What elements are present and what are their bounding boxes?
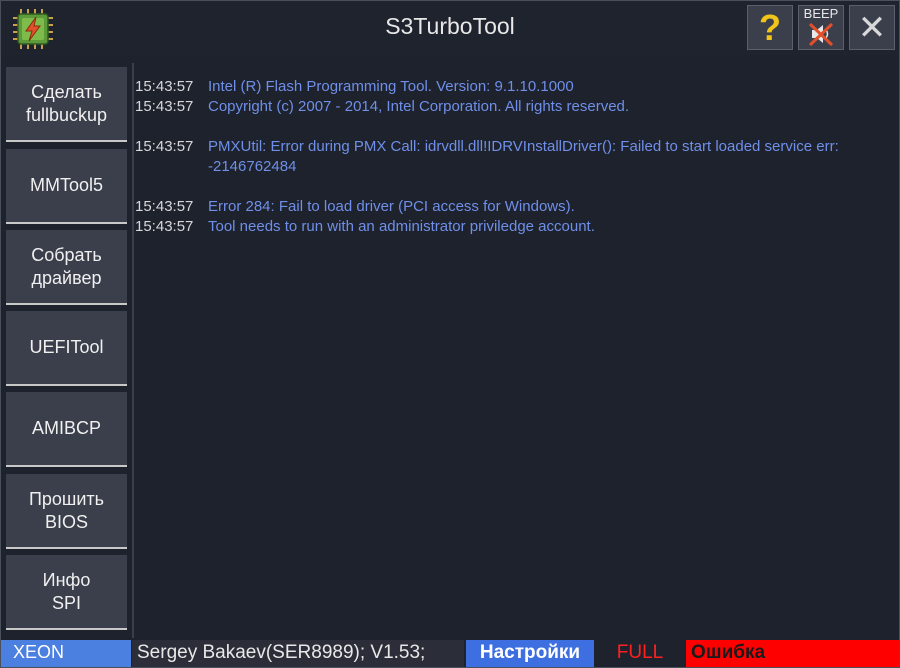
speaker-muted-icon xyxy=(808,22,834,47)
uefitool-button[interactable]: UEFITool xyxy=(6,311,127,386)
question-mark-icon: ? xyxy=(759,6,781,48)
beep-label: BEEP xyxy=(803,6,839,21)
log-timestamp: 15:43:57 xyxy=(135,138,194,155)
title-bar: S3TurboTool ? BEEP ✕ xyxy=(1,1,899,55)
log-timestamp: 15:43:57 xyxy=(135,98,194,115)
mmtool5-button[interactable]: MMTool5 xyxy=(6,149,127,224)
log-message: Tool needs to run with an administrator … xyxy=(208,218,595,235)
amibcp-button[interactable]: AMIBCP xyxy=(6,392,127,467)
build-driver-button[interactable]: Собрать драйвер xyxy=(6,230,127,305)
log-line: 15:43:57 PMXUtil: Error during PMX Call:… xyxy=(134,137,882,177)
flash-bios-button[interactable]: Прошить BIOS xyxy=(6,474,127,549)
log-message: Intel (R) Flash Programming Tool. Versio… xyxy=(208,78,574,95)
spi-info-button[interactable]: Инфо SPI xyxy=(6,555,127,630)
log-line: 15:43:57 Tool needs to run with an admin… xyxy=(134,217,882,237)
log-message: Error 284: Fail to load driver (PCI acce… xyxy=(208,198,575,215)
log-timestamp: 15:43:57 xyxy=(135,78,194,95)
log-line: 15:43:57 Error 284: Fail to load driver … xyxy=(134,197,882,217)
log-output[interactable]: 15:43:57 Intel (R) Flash Programming Too… xyxy=(134,63,894,638)
log-message: Copyright (c) 2007 - 2014, Intel Corpora… xyxy=(208,98,630,115)
log-timestamp: 15:43:57 xyxy=(135,218,194,235)
status-bar: XEON Sergey Bakaev(SER8989); V1.53; Наст… xyxy=(1,640,899,667)
log-message: PMXUtil: Error during PMX Call: idrvdll.… xyxy=(208,138,839,175)
log-line: 15:43:57 Intel (R) Flash Programming Too… xyxy=(134,77,882,97)
close-button[interactable]: ✕ xyxy=(849,5,895,50)
fullbackup-button[interactable]: Сделать fullbuckup xyxy=(6,67,127,142)
settings-button[interactable]: Настройки xyxy=(466,640,594,667)
help-button[interactable]: ? xyxy=(747,5,793,50)
cpu-indicator: XEON xyxy=(1,640,131,667)
author-version-label: Sergey Bakaev(SER8989); V1.53; xyxy=(132,640,464,667)
error-status-badge: Ошибка xyxy=(686,640,899,667)
mode-indicator: FULL xyxy=(596,640,684,667)
log-line: 15:43:57 Copyright (c) 2007 - 2014, Inte… xyxy=(134,97,882,117)
app-window: S3TurboTool ? BEEP ✕ Сделать fullbuckup … xyxy=(0,0,900,668)
sidebar: Сделать fullbuckup MMTool5 Собрать драйв… xyxy=(1,63,134,638)
beep-toggle-button[interactable]: BEEP xyxy=(798,5,844,50)
close-icon: ✕ xyxy=(857,8,887,47)
log-timestamp: 15:43:57 xyxy=(135,198,194,215)
